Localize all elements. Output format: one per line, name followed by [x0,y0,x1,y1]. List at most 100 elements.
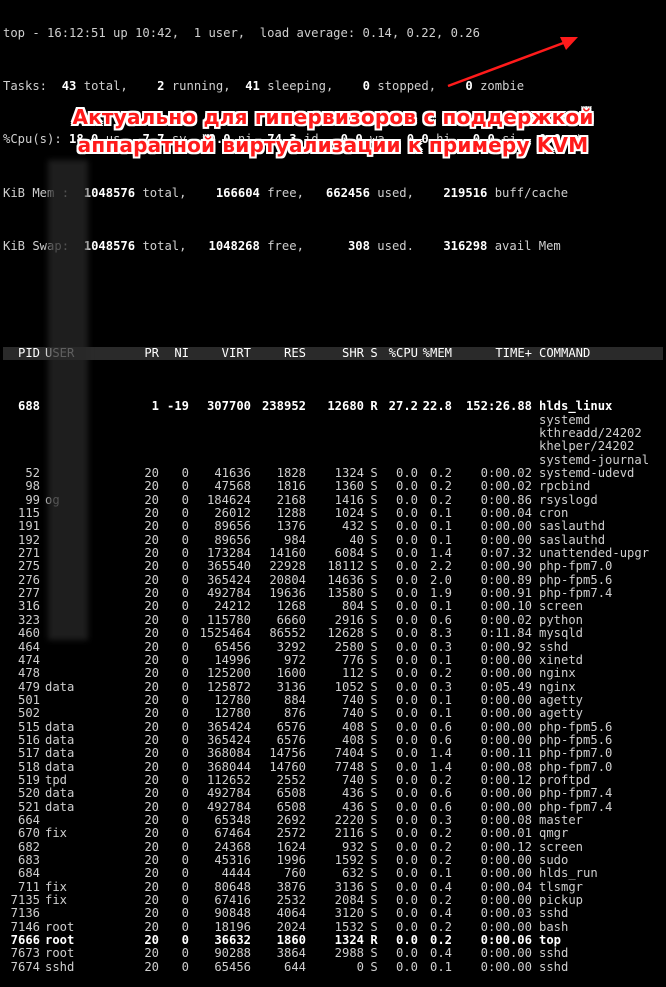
cell-time: 0:00.08 [480,813,532,827]
cell-s: S [370,800,378,814]
cell-pr: 20 [144,867,159,881]
cell-user: data [45,733,75,747]
cell-ni: 0 [181,760,189,774]
cell-shr: 112 [341,667,364,681]
cell-ni: 0 [181,934,189,948]
cell-res: 2552 [276,773,306,787]
cell-res: 876 [283,707,306,721]
cell-cpu: 0.0 [395,880,418,894]
cell-pr: 20 [144,760,159,774]
cell-shr: 740 [341,693,364,707]
cell-time: 0:00.06 [480,934,532,948]
cell-pid: 518 [17,760,40,774]
cell-pid: 711 [17,880,40,894]
cell-shr: 740 [341,773,364,787]
table-row: 7666 root 20 0 36632 1860 1324 R 0.0 0.2 0:00.06 to… [3,934,663,947]
cell-ni: 0 [181,667,189,681]
cell-shr: 2988 [334,947,364,961]
table-row: 517 data 20 0 368084 14756 7404 S 0.0 1.4 0:00.11 p… [3,747,663,760]
cell-res: 1996 [276,854,306,867]
cell-mem: 0.2 [429,827,452,841]
cell-shr: 3136 [334,880,364,894]
cell-shr: 436 [341,800,364,814]
cell-virt: 90288 [214,947,251,961]
cell-pr: 20 [144,934,159,948]
cell-command: master [539,813,584,827]
cell-virt: 67416 [214,894,251,908]
cell-command: hlds_run [539,867,598,881]
cell-ni: 0 [181,707,189,721]
cell-time: 0:00.00 [480,947,532,961]
cell-command: screen [539,840,584,854]
cell-time: 0:00.00 [480,787,532,801]
cell-pr: 20 [144,680,159,694]
cell-pr: 20 [144,827,159,841]
cell-pr: 20 [144,747,159,761]
cell-mem: 0.1 [429,867,452,881]
cell-mem: 1.4 [429,760,452,774]
cell-cpu: 0.0 [395,947,418,961]
table-row: 519 tpd 20 0 112652 2552 740 S 0.0 0.2 0:00.12 prof… [3,774,663,787]
cell-cpu: 0.0 [395,667,418,681]
cell-virt: 112652 [206,773,251,787]
cell-command: agetty [539,707,584,721]
cell-cpu: 0.0 [395,934,418,948]
cell-s: S [370,867,378,881]
cell-ni: 0 [181,813,189,827]
cell-mem: 0.2 [429,667,452,681]
table-row: 518 data 20 0 368044 14760 7748 S 0.0 1.4 0:00.08 p… [3,761,663,774]
cell-shr: 0 [356,960,364,974]
cell-s: S [370,827,378,841]
cell-res: 6508 [276,787,306,801]
cell-shr: 2084 [334,894,364,908]
cell-user: tpd [45,773,68,787]
cell-pr: 20 [144,947,159,961]
cell-command: proftpd [539,773,591,787]
cell-pr: 20 [144,733,159,747]
cell-res: 6508 [276,800,306,814]
cell-cpu: 0.0 [395,680,418,694]
cell-virt: 12780 [214,707,251,721]
cell-time: 0:00.03 [480,907,532,921]
cell-virt: 90848 [214,907,251,921]
cell-command: sudo [539,854,569,867]
cell-time: 0:05.49 [480,680,532,694]
cell-pid: 7136 [10,907,40,921]
cell-cpu: 0.0 [395,773,418,787]
cell-command: php-fpm7.4 [539,787,613,801]
cell-mem: 0.6 [429,720,452,734]
cell-pid: 682 [17,840,40,854]
table-row: 515 data 20 0 365424 6576 408 S 0.0 0.6 0:00.00 php… [3,721,663,734]
cell-res: 2572 [276,827,306,841]
table-row: 521 data 20 0 492784 6508 436 S 0.0 0.6 0:00.00 php… [3,801,663,814]
cell-ni: 0 [181,773,189,787]
cell-shr: 1052 [334,680,364,694]
cell-shr: 1532 [334,920,364,934]
cell-s: S [370,747,378,761]
cell-ni: 0 [181,733,189,747]
cell-pid: 7666 [10,934,40,948]
cell-mem: 0.6 [429,800,452,814]
cell-cpu: 0.0 [395,747,418,761]
cell-pr: 20 [144,720,159,734]
cell-pid: 670 [17,827,40,841]
cell-virt: 365424 [206,733,251,747]
table-row: 501 20 0 12780 884 740 S 0.0 0.1 0:00.00 agetty [3,694,663,707]
cell-cpu: 0.0 [395,907,418,921]
cell-res: 14756 [269,747,306,761]
cell-res: 4064 [276,907,306,921]
cell-mem: 0.3 [429,680,452,694]
table-row: 711 fix 20 0 80648 3876 3136 S 0.0 0.4 0:00.04 tlsm… [3,881,663,894]
cell-pid: 478 [17,667,40,681]
cell-s: R [370,934,378,948]
cell-time: 0:00.00 [480,867,532,881]
cell-res: 2692 [276,813,306,827]
cell-ni: 0 [181,720,189,734]
cell-command: sshd [539,947,569,961]
cell-mem: 0.2 [429,920,452,934]
cell-s: S [370,920,378,934]
cell-shr: 2220 [334,813,364,827]
cell-mem: 0.4 [429,880,452,894]
cell-s: S [370,773,378,787]
cell-pid: 501 [17,693,40,707]
